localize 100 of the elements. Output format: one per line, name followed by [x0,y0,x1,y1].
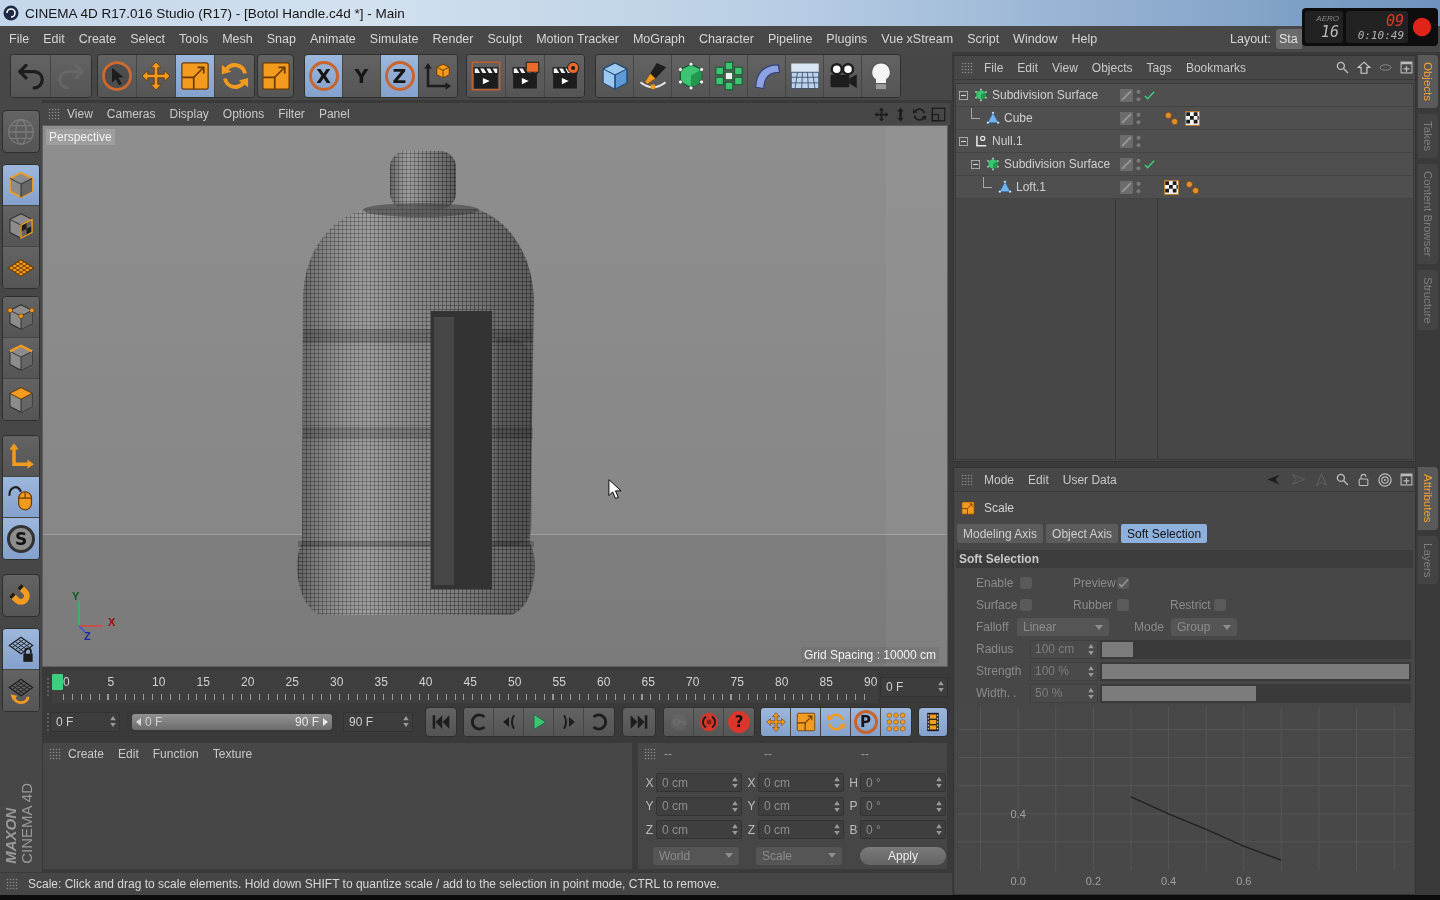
collapse-box-icon[interactable] [971,159,980,169]
next-frame-button[interactable] [554,707,584,736]
menu-item[interactable]: Pipeline [760,32,820,46]
menu-item[interactable]: Sculpt [480,32,530,46]
play-button[interactable] [524,707,554,736]
undo-button[interactable] [11,55,51,97]
rotation-field[interactable]: 0 ° [860,796,946,816]
timeline-button[interactable] [918,706,948,737]
scale-key-button[interactable] [791,707,821,736]
menu-item[interactable]: Render [425,32,481,46]
position-field[interactable]: 0 cm [656,796,742,816]
house-icon[interactable] [1357,60,1371,75]
menu-item[interactable]: Bookmarks [1178,60,1253,75]
menu-item[interactable]: Filter [271,107,312,121]
menu-item[interactable]: View [1045,60,1085,75]
slider-track[interactable] [1100,683,1411,703]
light-button[interactable] [862,55,900,97]
recent-tool-button[interactable] [257,54,294,98]
slashed-square-icon[interactable] [1120,88,1133,102]
menu-item[interactable]: Objects [1084,60,1140,75]
grip-dots-icon[interactable] [644,748,656,760]
plus-box-icon[interactable] [1400,473,1413,486]
object-row[interactable]: Subdivision Surface [956,84,1413,107]
menu-item[interactable]: Display [162,107,216,121]
scale-tool-button[interactable] [176,55,215,97]
plus-box-icon[interactable] [1400,61,1413,74]
size-field[interactable]: 0 cm [758,796,844,816]
position-field[interactable]: 0 cm [656,773,742,793]
size-field[interactable]: 0 cm [758,773,844,793]
magnet-button[interactable] [2,574,40,617]
slashed-square-icon[interactable] [1120,180,1133,194]
lock-icon[interactable] [1357,472,1370,487]
range-bar[interactable]: 0 F 90 F [132,713,332,730]
next-key-button[interactable] [584,707,614,736]
object-row[interactable]: Cube [956,107,1413,130]
menu-item[interactable]: Texture [205,747,260,761]
oval-icon[interactable] [1379,61,1392,74]
menu-item[interactable]: File [977,60,1011,75]
menu-item[interactable]: Snap [259,32,303,46]
polygons-mode-button[interactable] [3,379,39,420]
camera-button[interactable] [824,55,862,97]
menu-item[interactable]: Edit [1010,60,1046,75]
menu-item[interactable]: Create [71,32,124,46]
points-mode-button[interactable] [3,297,39,338]
bend-button[interactable] [748,55,786,97]
menu-item[interactable]: Motion Tracker [529,32,626,46]
spinner-icon[interactable] [936,777,942,789]
help-button[interactable]: ? [724,707,754,736]
spinner-icon[interactable] [936,824,942,836]
menu-item[interactable]: Create [61,747,112,761]
floor-button[interactable] [786,55,824,97]
menu-item[interactable]: Plugins [819,32,875,46]
spinner-icon[interactable] [732,777,738,789]
menu-item[interactable]: Options [215,107,272,121]
two-dots-icon[interactable] [1136,157,1141,171]
go-to-end-button[interactable] [622,706,656,737]
grip-dots-icon[interactable] [48,108,60,120]
rotation-field[interactable]: 0 ° [860,773,946,793]
spinner-icon[interactable] [732,800,738,812]
parameter-key-button[interactable]: P [851,707,881,736]
menu-item[interactable]: Edit [36,32,72,46]
spinner-icon[interactable] [834,800,840,812]
rotation-field[interactable]: 0 ° [860,820,946,840]
current-frame-field[interactable]: 0 F [880,676,948,697]
collapse-box-icon[interactable] [959,136,968,146]
cube-button[interactable] [596,55,634,97]
object-row[interactable]: Subdivision Surface [956,153,1413,176]
side-tab[interactable]: Attributes [1418,467,1438,530]
grip-dots-icon[interactable] [6,878,18,890]
two-dots-icon[interactable] [1136,180,1141,194]
edges-mode-button[interactable] [3,338,39,379]
checker-icon[interactable] [1185,110,1200,126]
axis-mode-button[interactable] [3,436,39,477]
render-view-button[interactable] [467,55,506,97]
side-tab[interactable]: Objects [1418,55,1438,108]
menu-item[interactable]: MoGraph [625,32,692,46]
texture-mode-button[interactable] [3,206,39,247]
rotate-key-button[interactable] [821,707,851,736]
menu-item[interactable]: Window [1006,32,1065,46]
two-dots-icon[interactable] [1136,134,1141,148]
grip-dots-icon[interactable] [961,61,973,74]
menu-item[interactable]: Mesh [215,32,260,46]
move-key-button[interactable] [761,707,791,736]
menu-item[interactable]: View [60,107,100,121]
grip-dots-icon[interactable] [961,473,973,486]
render-settings-button[interactable] [545,55,584,97]
menu-item[interactable]: Help [1064,32,1105,46]
selection-tool-button[interactable] [98,55,137,97]
spinner-icon[interactable] [834,777,840,789]
previous-frame-button[interactable] [494,707,524,736]
cloner-button[interactable] [710,55,748,97]
menu-item[interactable]: Function [145,747,206,761]
checker-icon[interactable] [1164,179,1179,195]
spinner-icon[interactable] [732,824,738,836]
menu-item[interactable]: File [2,32,37,46]
autokey-button[interactable] [694,707,724,736]
workplane-lock-button[interactable] [3,629,39,670]
point-level-button[interactable] [881,707,911,736]
spinner-icon[interactable] [1088,665,1094,677]
go-to-start-button[interactable] [425,706,457,737]
